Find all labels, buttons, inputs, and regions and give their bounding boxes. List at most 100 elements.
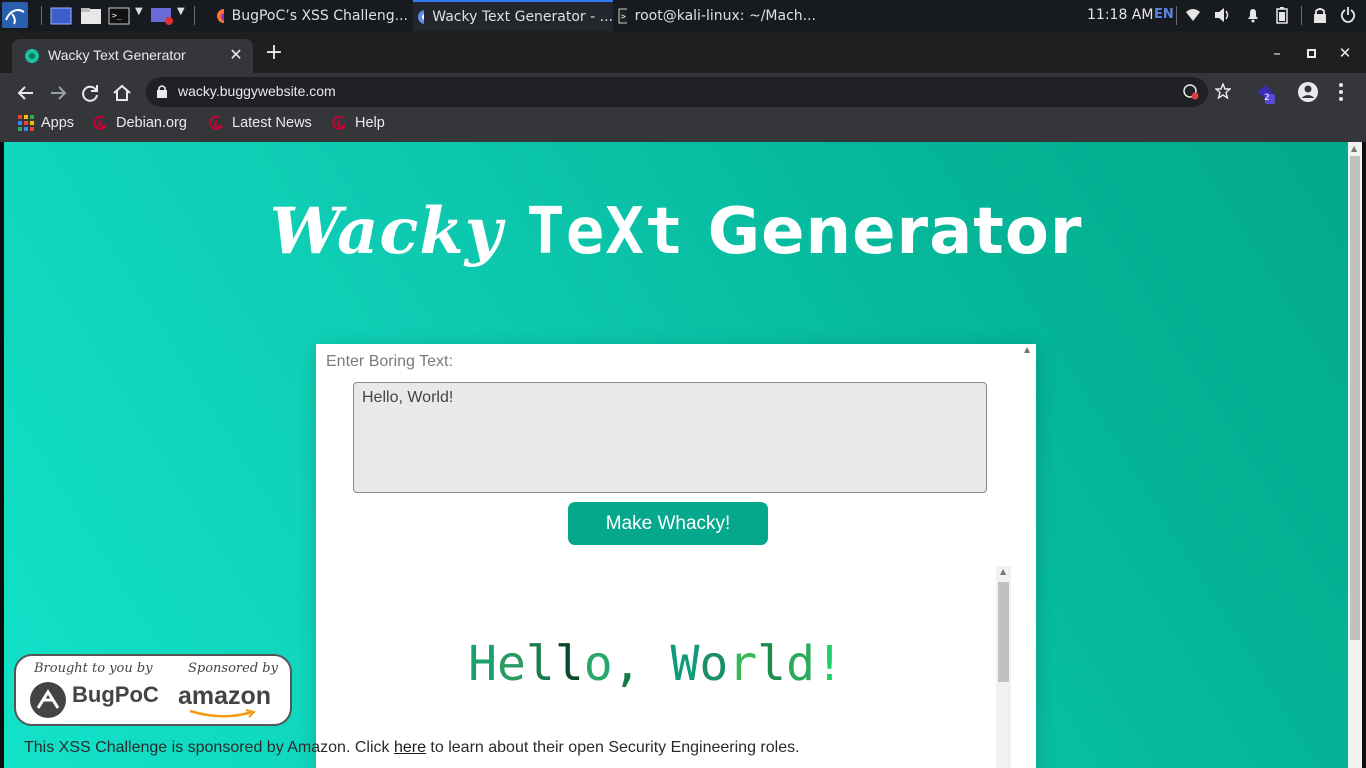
sponsored-label: Sponsored by bbox=[188, 661, 278, 676]
wacky-char: l bbox=[554, 636, 584, 692]
bugpoc-logo-icon bbox=[30, 682, 66, 718]
tracking-blocked-icon[interactable] bbox=[1183, 84, 1199, 100]
task-label: BugPoC’s XSS Challeng... bbox=[231, 7, 408, 24]
debian-swirl-icon bbox=[93, 115, 107, 130]
bookmark-apps[interactable]: Apps bbox=[18, 115, 74, 131]
keyboard-layout[interactable]: EN bbox=[1154, 7, 1174, 22]
amazon-logo: amazon bbox=[178, 682, 272, 710]
wacky-char: H bbox=[468, 636, 498, 692]
minimize-icon[interactable]: – bbox=[1267, 44, 1287, 64]
extension-badge: 2 bbox=[1264, 93, 1270, 103]
task-firefox[interactable]: BugPoC’s XSS Challeng... bbox=[208, 0, 408, 31]
wacky-char: d bbox=[786, 636, 815, 692]
footer-text-before: This XSS Challenge is sponsored by Amazo… bbox=[24, 739, 394, 756]
bookmark-latest-news[interactable]: Latest News bbox=[209, 115, 312, 131]
forward-icon[interactable] bbox=[47, 82, 69, 104]
wacky-char bbox=[642, 636, 671, 692]
wacky-char: , bbox=[612, 636, 642, 692]
scroll-up-arrow-icon[interactable]: ▲ bbox=[1024, 345, 1030, 354]
bookmark-label: Latest News bbox=[232, 115, 312, 131]
footer-text: This XSS Challenge is sponsored by Amazo… bbox=[24, 739, 800, 757]
profile-avatar-icon[interactable] bbox=[1297, 81, 1319, 103]
output-frame: Hello, World! bbox=[316, 566, 1011, 768]
taskbar-separator bbox=[194, 6, 195, 25]
browser-tab-active[interactable]: Wacky Text Generator ✕ bbox=[12, 39, 253, 73]
brought-label: Brought to you by bbox=[34, 661, 153, 676]
bookmark-star-icon[interactable] bbox=[1215, 83, 1231, 99]
maximize-icon[interactable] bbox=[1301, 44, 1321, 64]
home-icon[interactable] bbox=[111, 82, 133, 104]
bugpoc-logo: BugPoC bbox=[72, 682, 159, 707]
lock-icon[interactable] bbox=[157, 85, 167, 98]
chevron-down-icon[interactable]: ▼ bbox=[177, 6, 185, 17]
input-label: Enter Boring Text: bbox=[326, 353, 453, 370]
back-icon[interactable] bbox=[15, 82, 37, 104]
svg-text:>: > bbox=[621, 12, 626, 21]
os-taskbar: >_ ▼ ▼ BugPoC’s XSS Challeng... Wacky Te… bbox=[0, 0, 1366, 31]
wacky-char: e bbox=[497, 636, 526, 692]
panel-scrollbar[interactable]: ▲ bbox=[1020, 344, 1036, 768]
taskbar-separator bbox=[1176, 6, 1177, 25]
firefox-icon bbox=[217, 8, 224, 23]
power-icon[interactable] bbox=[1340, 7, 1356, 23]
bookmark-label: Help bbox=[355, 115, 385, 131]
taskbar-separator bbox=[1301, 6, 1302, 25]
wacky-char: o bbox=[699, 636, 729, 692]
bookmark-debian[interactable]: Debian.org bbox=[93, 115, 187, 131]
address-bar[interactable]: wacky.buggywebsite.com bbox=[146, 77, 1231, 107]
workspace-icon[interactable] bbox=[50, 7, 72, 25]
chevron-down-icon[interactable]: ▼ bbox=[135, 6, 143, 17]
wifi-icon[interactable] bbox=[1185, 7, 1201, 23]
wacky-char: ! bbox=[814, 636, 844, 692]
terminal-launcher-icon[interactable]: >_ bbox=[108, 7, 130, 25]
browser-menu-icon[interactable] bbox=[1331, 81, 1351, 103]
page-title: Wacky TeXt Generator bbox=[4, 194, 1348, 269]
terminal-icon: > bbox=[618, 8, 627, 23]
task-chrome[interactable]: Wacky Text Generator - ... bbox=[413, 0, 613, 31]
sponsor-badge[interactable]: Brought to you by Sponsored by BugPoC am… bbox=[14, 654, 292, 726]
bookmark-help[interactable]: Help bbox=[332, 115, 385, 131]
task-terminal[interactable]: > root@kali-linux: ~/Mach... bbox=[616, 0, 816, 31]
bookmarks-bar: Apps Debian.org Latest News Help bbox=[0, 111, 1366, 142]
title-word: TeXt bbox=[526, 195, 685, 269]
task-label: Wacky Text Generator - ... bbox=[432, 8, 613, 25]
volume-icon[interactable] bbox=[1214, 7, 1232, 23]
lock-screen-icon[interactable] bbox=[1313, 7, 1327, 23]
battery-icon[interactable] bbox=[1276, 7, 1288, 24]
bookmark-label: Apps bbox=[41, 115, 75, 131]
task-label: root@kali-linux: ~/Mach... bbox=[634, 7, 816, 24]
careers-link[interactable]: here bbox=[394, 739, 426, 756]
scroll-up-arrow-icon[interactable]: ▲ bbox=[1351, 144, 1357, 153]
make-whacky-button[interactable]: Make Whacky! bbox=[568, 502, 768, 545]
reload-icon[interactable] bbox=[79, 82, 101, 104]
amazon-smile-icon bbox=[189, 709, 256, 718]
scroll-up-arrow-icon[interactable]: ▲ bbox=[1000, 567, 1006, 576]
screen-recorder-icon[interactable] bbox=[150, 7, 174, 25]
generator-panel: ▲ Enter Boring Text: Hello, World! Make … bbox=[316, 344, 1036, 768]
svg-text:>_: >_ bbox=[112, 11, 122, 20]
window-frame bbox=[1362, 142, 1366, 768]
clock[interactable]: 11:18 AM bbox=[1087, 7, 1153, 23]
boring-text-input[interactable]: Hello, World! bbox=[353, 382, 987, 493]
files-icon[interactable] bbox=[80, 7, 102, 25]
scrollbar-thumb[interactable] bbox=[998, 582, 1009, 682]
page-viewport: Wacky TeXt Generator ▲ Enter Boring Text… bbox=[4, 142, 1348, 768]
new-tab-button[interactable]: + bbox=[264, 42, 284, 64]
notification-bell-icon[interactable] bbox=[1245, 7, 1261, 23]
footer-text-after: to learn about their open Security Engin… bbox=[425, 739, 800, 756]
close-window-icon[interactable]: ✕ bbox=[1335, 44, 1355, 64]
page-scrollbar[interactable]: ▲ bbox=[1348, 142, 1362, 768]
taskbar-separator bbox=[41, 6, 42, 25]
close-tab-icon[interactable]: ✕ bbox=[227, 46, 245, 64]
debian-swirl-icon bbox=[332, 115, 346, 130]
output-frame-scrollbar[interactable]: ▲ bbox=[996, 566, 1011, 768]
wacky-char: l bbox=[525, 636, 555, 692]
browser-tabstrip: Wacky Text Generator ✕ + – ✕ bbox=[0, 31, 1366, 73]
kali-menu-icon[interactable] bbox=[2, 2, 28, 28]
wacky-char: W bbox=[670, 636, 700, 692]
wacky-char: l bbox=[757, 636, 787, 692]
browser-toolbar: wacky.buggywebsite.com 2 bbox=[0, 73, 1366, 111]
apps-grid-icon bbox=[18, 115, 34, 131]
scrollbar-thumb[interactable] bbox=[1350, 156, 1360, 640]
url-text[interactable]: wacky.buggywebsite.com bbox=[178, 83, 336, 99]
